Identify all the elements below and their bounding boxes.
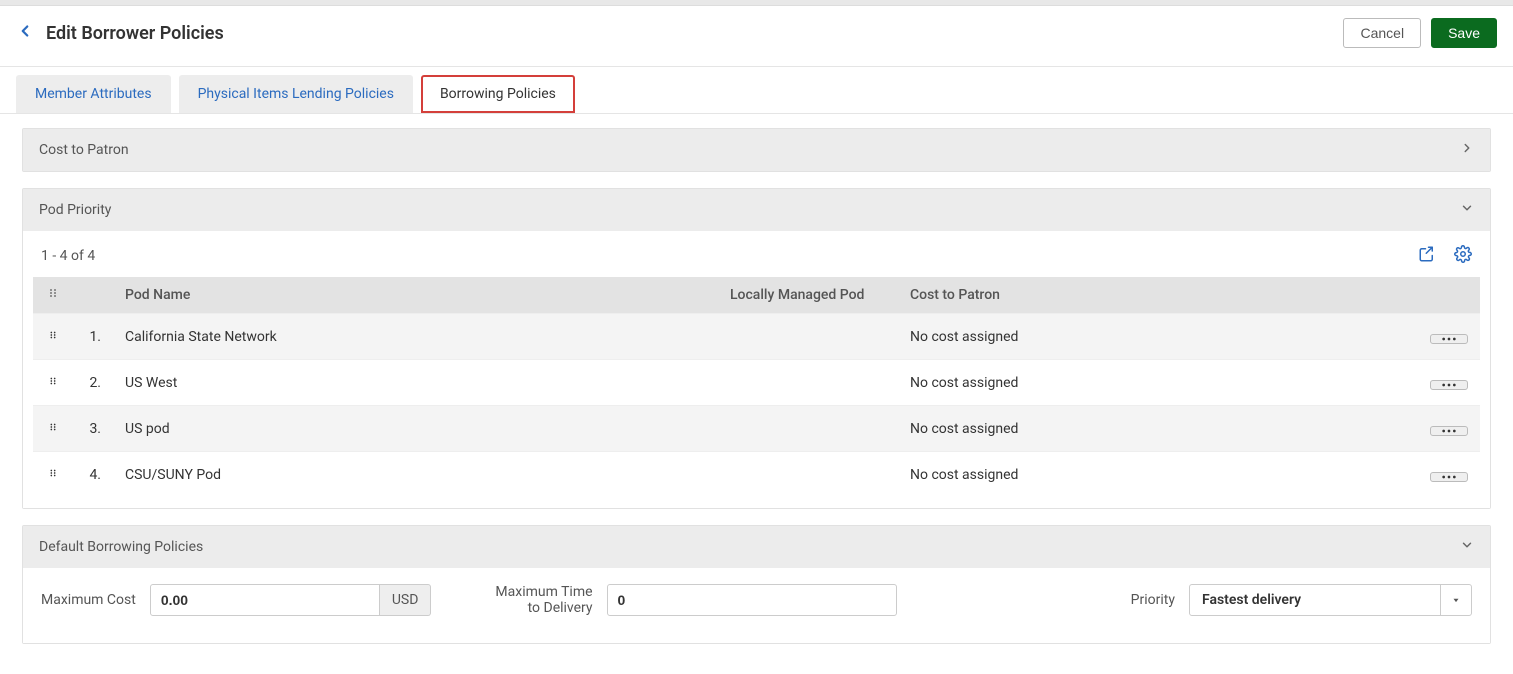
pager-text: 1 - 4 of 4 (41, 248, 95, 264)
locally-managed-cell (718, 314, 898, 360)
cost-to-patron-cell: No cost assigned (898, 360, 1418, 406)
maximum-time-label: Maximum Time to Delivery (495, 584, 592, 618)
chevron-down-icon (1460, 201, 1474, 219)
priority-value: Fastest delivery (1190, 585, 1440, 615)
panel-pod-priority: Pod Priority 1 - 4 of 4 (22, 188, 1491, 509)
panel-default-borrowing: Default Borrowing Policies Maximum Cost … (22, 525, 1491, 645)
export-icon[interactable] (1418, 245, 1436, 267)
tabs-container: Member Attributes Physical Items Lending… (0, 67, 1513, 114)
row-index: 1. (73, 314, 113, 360)
save-button[interactable]: Save (1431, 18, 1497, 48)
table-row: 2. US West No cost assigned (33, 360, 1480, 406)
pod-name-cell: US West (113, 360, 718, 406)
row-index: 3. (73, 406, 113, 452)
drag-header-icon (47, 287, 59, 303)
maximum-cost-input[interactable] (150, 584, 380, 616)
maximum-cost-label: Maximum Cost (41, 592, 136, 608)
row-index: 4. (73, 452, 113, 498)
table-row: 1. California State Network No cost assi… (33, 314, 1480, 360)
chevron-right-icon (1460, 141, 1474, 159)
tab-borrowing-policies[interactable]: Borrowing Policies (421, 75, 575, 113)
drag-handle-icon[interactable] (33, 406, 73, 452)
cost-to-patron-cell: No cost assigned (898, 314, 1418, 360)
page-title: Edit Borrower Policies (46, 23, 1343, 44)
cost-to-patron-cell: No cost assigned (898, 406, 1418, 452)
cost-to-patron-cell: No cost assigned (898, 452, 1418, 498)
table-row: 4. CSU/SUNY Pod No cost assigned (33, 452, 1480, 498)
panel-header-default-borrowing[interactable]: Default Borrowing Policies (23, 526, 1490, 568)
caret-down-icon[interactable] (1440, 585, 1471, 615)
col-cost-to-patron: Cost to Patron (898, 277, 1418, 314)
currency-suffix: USD (380, 584, 432, 616)
row-actions-button[interactable] (1430, 380, 1468, 390)
panel-cost-to-patron: Cost to Patron (22, 128, 1491, 172)
row-index: 2. (73, 360, 113, 406)
row-actions-button[interactable] (1430, 334, 1468, 344)
col-pod-name: Pod Name (113, 277, 718, 314)
maximum-time-label-l1: Maximum Time (495, 584, 592, 600)
pod-name-cell: California State Network (113, 314, 718, 360)
locally-managed-cell (718, 360, 898, 406)
maximum-time-input[interactable] (607, 584, 897, 616)
pod-name-cell: CSU/SUNY Pod (113, 452, 718, 498)
panel-title: Cost to Patron (39, 142, 129, 158)
pod-priority-table: Pod Name Locally Managed Pod Cost to Pat… (33, 277, 1480, 498)
cancel-button[interactable]: Cancel (1343, 18, 1421, 48)
table-row: 3. US pod No cost assigned (33, 406, 1480, 452)
page-header: Edit Borrower Policies Cancel Save (0, 6, 1513, 67)
panel-header-cost-to-patron[interactable]: Cost to Patron (23, 129, 1490, 171)
chevron-down-icon (1460, 538, 1474, 556)
tab-physical-items-lending[interactable]: Physical Items Lending Policies (179, 75, 413, 113)
drag-handle-icon[interactable] (33, 314, 73, 360)
row-actions-button[interactable] (1430, 426, 1468, 436)
panel-title: Pod Priority (39, 202, 111, 218)
maximum-time-label-l2: to Delivery (528, 600, 593, 616)
tab-member-attributes[interactable]: Member Attributes (16, 75, 171, 113)
panel-header-pod-priority[interactable]: Pod Priority (23, 189, 1490, 231)
pod-name-cell: US pod (113, 406, 718, 452)
priority-label: Priority (1131, 592, 1175, 608)
priority-select[interactable]: Fastest delivery (1189, 584, 1472, 616)
locally-managed-cell (718, 406, 898, 452)
drag-handle-icon[interactable] (33, 452, 73, 498)
gear-icon[interactable] (1454, 245, 1472, 267)
back-icon[interactable] (16, 22, 34, 44)
row-actions-button[interactable] (1430, 472, 1468, 482)
locally-managed-cell (718, 452, 898, 498)
col-locally-managed: Locally Managed Pod (718, 277, 898, 314)
panel-title: Default Borrowing Policies (39, 539, 203, 555)
drag-handle-icon[interactable] (33, 360, 73, 406)
